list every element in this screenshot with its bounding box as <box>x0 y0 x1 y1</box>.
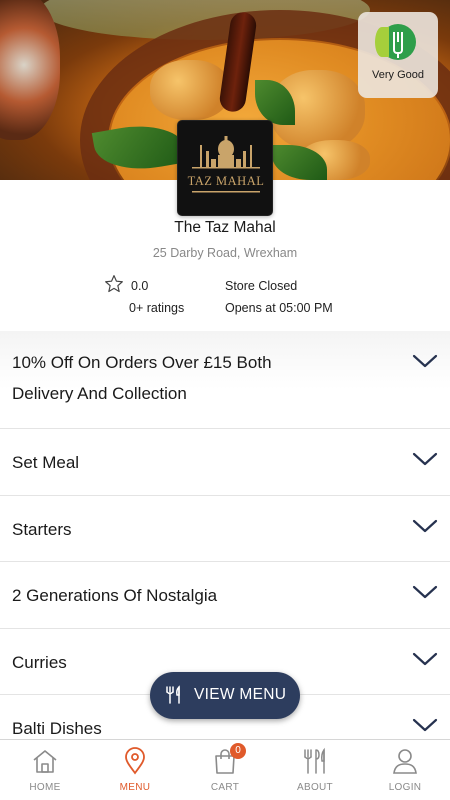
home-icon <box>33 750 57 773</box>
category-label: 2 Generations Of Nostalgia <box>12 586 218 605</box>
logo-text: TAZ MAHAL <box>188 174 265 188</box>
category-offer[interactable]: 10% Off On Orders Over £15 Both Delivery… <box>0 331 450 429</box>
cutlery-icon <box>304 747 325 774</box>
rating-count: 0+ ratings <box>129 301 185 315</box>
category-label: 10% Off On Orders Over £15 Both Delivery… <box>12 353 272 403</box>
hygiene-rating-badge[interactable]: Very Good <box>358 12 438 98</box>
chevron-down-icon <box>412 652 438 665</box>
cutlery-icon <box>166 685 180 704</box>
hygiene-rating-icon <box>375 24 416 60</box>
star-icon <box>105 275 123 293</box>
nav-login-label: LOGIN <box>388 782 422 793</box>
user-icon <box>393 749 417 774</box>
chevron-down-icon <box>412 354 438 368</box>
bottom-navigation: HOME MENU 0 CART ABOUT LOGIN <box>0 739 450 800</box>
restaurant-name: The Taz Mahal <box>174 219 276 236</box>
hero-side-dish <box>0 0 60 140</box>
nav-about[interactable]: ABOUT <box>270 740 360 800</box>
nav-cart[interactable]: 0 CART <box>180 740 270 800</box>
nav-login[interactable]: LOGIN <box>360 740 450 800</box>
restaurant-address: 25 Darby Road, Wrexham <box>152 246 298 260</box>
category-label: Set Meal <box>12 453 80 472</box>
hero-chicken-piece <box>150 60 230 120</box>
category-nostalgia[interactable]: 2 Generations Of Nostalgia <box>0 562 450 629</box>
cart-count-badge: 0 <box>230 743 246 759</box>
nav-menu[interactable]: MENU <box>90 740 180 800</box>
category-label: Curries <box>12 652 67 672</box>
location-pin-icon <box>125 747 145 775</box>
restaurant-logo: TAZ MAHAL <box>177 120 273 216</box>
chevron-down-icon <box>412 718 438 732</box>
view-menu-label: VIEW MENU <box>194 686 287 703</box>
store-status: Store Closed <box>225 279 298 293</box>
nav-about-label: ABOUT <box>297 782 333 793</box>
chevron-down-icon <box>412 585 438 599</box>
nav-menu-label: MENU <box>119 782 151 793</box>
category-label: Starters <box>12 519 72 539</box>
nav-cart-label: CART <box>210 782 240 793</box>
category-starters[interactable]: Starters <box>0 495 450 562</box>
view-menu-button[interactable]: VIEW MENU <box>150 672 300 719</box>
nav-home[interactable]: HOME <box>0 740 90 800</box>
hygiene-rating-label: Very Good <box>372 69 424 81</box>
rating-value: 0.0 <box>131 279 149 293</box>
opening-time: Opens at 05:00 PM <box>225 301 333 315</box>
chevron-down-icon <box>412 519 438 532</box>
category-set-meal[interactable]: Set Meal <box>0 429 450 496</box>
chevron-down-icon <box>412 452 438 466</box>
nav-home-label: HOME <box>29 782 61 793</box>
